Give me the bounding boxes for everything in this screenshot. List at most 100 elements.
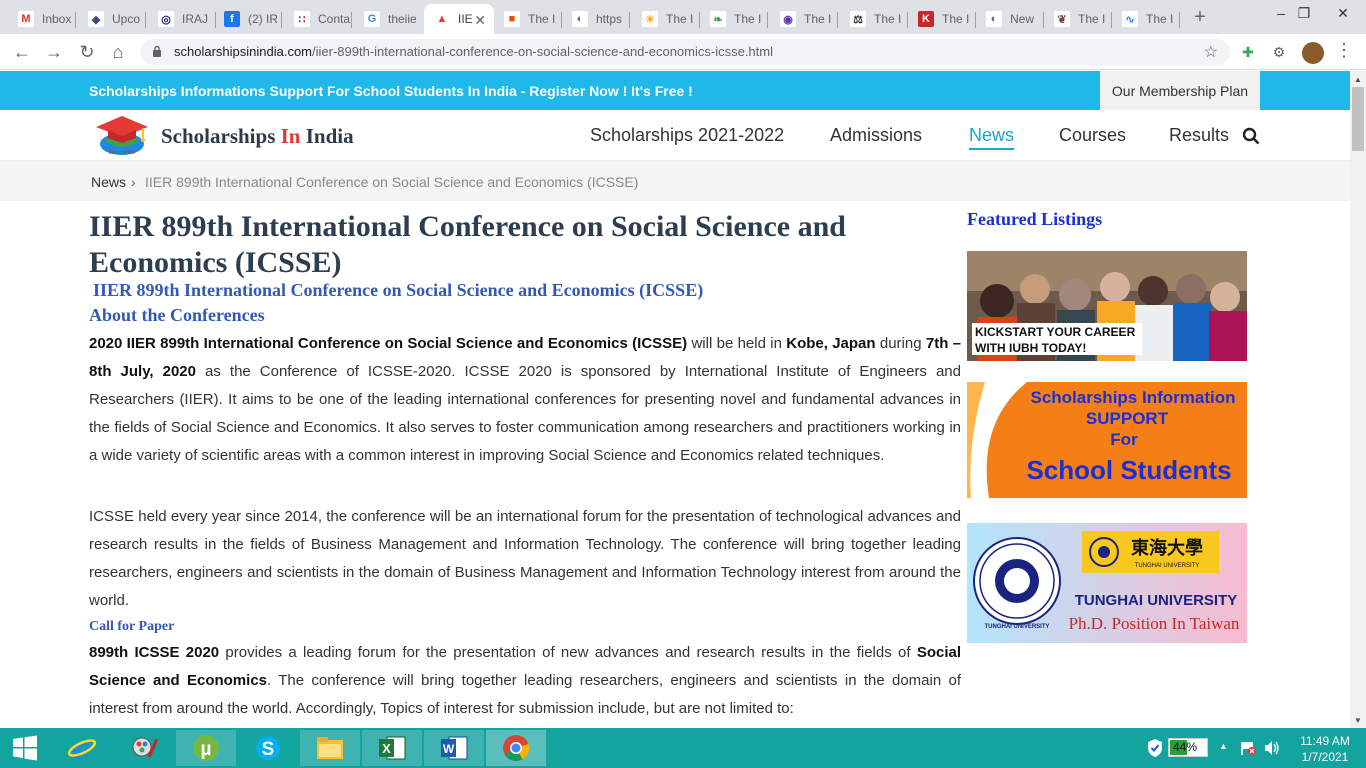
tab-separator [145,12,146,28]
vertical-scrollbar[interactable]: ▲ ▼ [1350,71,1366,728]
browser-tab[interactable]: f (2) IR [214,4,282,34]
browser-tab[interactable]: ◎ IRAJ [148,4,216,34]
scroll-down-arrow-icon[interactable]: ▼ [1350,712,1366,728]
browser-tab[interactable]: ❧ The I [700,4,768,34]
browser-tab[interactable]: ∷ Conta [284,4,352,34]
circle-logo-icon: ◉ [780,11,796,27]
internet-explorer-icon[interactable]: e [52,730,112,766]
membership-plan-button[interactable]: Our Membership Plan [1100,71,1260,110]
scale-icon: ⚖ [850,11,866,27]
bookmark-star-icon[interactable]: ☆ [1204,42,1218,62]
scrollbar-thumb[interactable] [1352,87,1364,151]
svg-text:WITH IUBH TODAY!: WITH IUBH TODAY! [975,341,1086,355]
file-explorer-icon[interactable] [300,730,360,766]
svg-text:e: e [72,733,91,763]
browser-tab[interactable]: ◉ The I [770,4,838,34]
browser-tab[interactable]: ∿ The I [1112,4,1180,34]
skype-icon[interactable]: S [238,730,298,766]
svg-text:SUPPORT: SUPPORT [1086,409,1169,428]
new-tab-button[interactable]: + [1190,6,1210,29]
breadcrumb-news-link[interactable]: News [91,174,126,190]
extension-plus-icon[interactable]: ✚ [1238,42,1258,62]
ad-tunghai-banner[interactable]: TUNGHAI UNIVERSITY 東海大學 TUNGHAI UNIVERSI… [967,523,1247,643]
browser-tab[interactable]: ◆ Upco [78,4,146,34]
network-flag-icon[interactable] [1240,740,1256,759]
windows-taskbar: e µ S X W 44% ▲ 11:49 AM 1/7/2021 [0,728,1366,768]
back-button[interactable]: ← [10,40,34,64]
svg-text:KICKSTART YOUR CAREER: KICKSTART YOUR CAREER [975,325,1136,339]
browser-tab[interactable]: K The I [908,4,976,34]
announcement-bar: Scholarships Informations Support For Sc… [0,71,1350,110]
nav-admissions[interactable]: Admissions [830,125,922,146]
forward-button[interactable]: → [42,40,66,64]
paragraph-call-for-paper: 899th ICSSE 2020 provides a leading foru… [89,644,961,717]
browser-toolbar: ← → ↻ ⌂ scholarshipsinindia.com/iier-899… [0,34,1366,70]
leaf-icon: ❧ [710,11,726,27]
svg-text:東海大學: 東海大學 [1131,537,1203,559]
profile-avatar[interactable] [1302,42,1324,64]
facebook-icon: f [224,11,240,27]
paragraph-intro: 2020 IIER 899th International Conference… [89,335,962,464]
tab-title: The I [942,12,970,26]
tab-title: The I [804,12,832,26]
site-logo-text[interactable]: Scholarships In India [161,124,354,149]
system-clock[interactable]: 11:49 AM 1/7/2021 [1296,733,1354,765]
svg-text:Since 2003: Since 2003 [109,150,136,156]
nav-scholarships[interactable]: Scholarships 2021-2022 [590,125,784,146]
browser-tab[interactable]: M Inbox [8,4,76,34]
browser-tab[interactable]: ◐ https [562,4,630,34]
reload-button[interactable]: ↻ [75,40,99,64]
tab-separator [281,12,282,28]
word-icon[interactable]: W [424,730,484,766]
tray-overflow-arrow-icon[interactable]: ▲ [1219,741,1228,751]
breadcrumb-separator: › [131,174,136,190]
tab-title: The I [666,12,694,26]
address-bar[interactable]: scholarshipsinindia.com/iier-899th-inter… [140,39,1230,65]
featured-listings-heading: Featured Listings [967,209,1103,229]
windows-logo-icon [13,735,37,761]
browser-tab[interactable]: ◐ New [976,4,1044,34]
browser-tab[interactable]: ■ The I [494,4,562,34]
tab-separator [629,12,630,28]
security-shield-icon[interactable] [1147,738,1163,761]
start-button[interactable] [0,730,50,766]
svg-text:Ph.D. Position In Taiwan: Ph.D. Position In Taiwan [1069,614,1240,633]
paint-tool-icon[interactable] [114,730,174,766]
battery-percent: 44% [1173,740,1198,754]
svg-text:W: W [443,742,455,756]
browser-tab[interactable]: Gtheiie [354,4,422,34]
excel-icon[interactable]: X [362,730,422,766]
nav-news[interactable]: News [969,125,1015,150]
utorrent-icon[interactable]: µ [176,730,236,766]
volume-icon[interactable] [1263,739,1281,760]
logo-icon[interactable]: Since 2003 [93,113,151,157]
ad-school-students-banner[interactable]: Scholarships Information SUPPORT For Sch… [967,382,1247,498]
home-button[interactable]: ⌂ [106,40,130,64]
bird-icon: ❦ [1054,11,1070,27]
announcement-text[interactable]: Scholarships Informations Support For Sc… [89,83,693,99]
browser-tab[interactable]: ⚖ The I [840,4,908,34]
search-icon[interactable] [1242,127,1260,145]
nav-courses[interactable]: Courses [1059,125,1126,146]
close-window-button[interactable]: ✕ [1320,0,1366,26]
svg-text:TUNGHAI UNIVERSITY: TUNGHAI UNIVERSITY [1075,592,1238,609]
close-tab-icon[interactable]: ✕ [474,12,486,29]
scroll-up-arrow-icon[interactable]: ▲ [1350,71,1366,87]
nav-results[interactable]: Results [1169,125,1229,146]
extensions-puzzle-icon[interactable]: ⚙ [1269,42,1289,62]
ad-iubh-banner[interactable]: KICKSTART YOUR CAREER WITH IUBH TODAY! [967,251,1247,361]
chrome-icon[interactable] [486,730,546,766]
battery-indicator[interactable]: 44% [1168,738,1208,757]
tab-separator [1179,12,1180,28]
chrome-menu-icon[interactable]: ⋮ [1335,40,1353,61]
dots-icon: ∷ [294,11,310,27]
tab-title: theiie [388,12,417,26]
google-icon: G [364,11,380,27]
tab-title: IRAJ [182,12,209,26]
svg-text:School Students: School Students [1026,455,1231,485]
svg-text:TUNGHAI UNIVERSITY: TUNGHAI UNIVERSITY [1135,563,1200,569]
wave-icon: ∿ [1122,11,1138,27]
browser-tab[interactable]: ☀ The I [632,4,700,34]
browser-tab[interactable]: ❦ The I [1044,4,1112,34]
browser-tab[interactable]: ▲ IIE ✕ [424,4,494,34]
